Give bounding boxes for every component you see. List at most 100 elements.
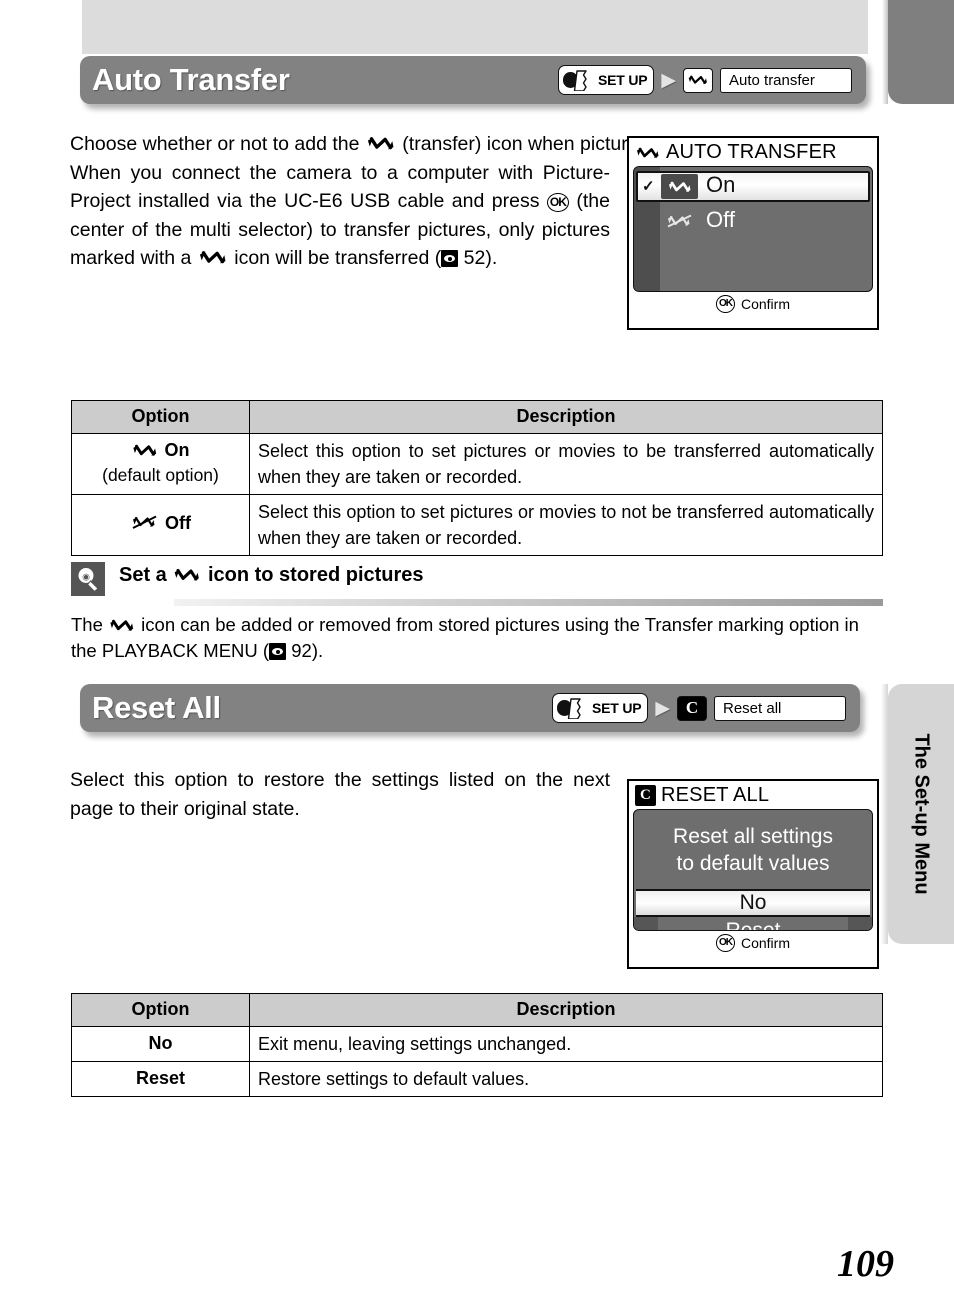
- section-title: Reset All: [92, 690, 221, 725]
- reset-c-glyph: C: [685, 698, 699, 717]
- section-title: Auto Transfer: [92, 62, 290, 97]
- top-right-tab: [882, 0, 954, 104]
- checkmark-icon: ✓: [642, 178, 655, 195]
- setup-mode-badge: SET UP: [552, 693, 649, 723]
- table-row: Off Select this option to set pictures o…: [71, 494, 883, 556]
- lcd-menu-item-label: Off: [706, 207, 735, 232]
- options-table-reset-all: Option Description No Exit menu, leaving…: [71, 993, 883, 1097]
- paragraph-2-d: ).: [485, 247, 498, 269]
- lcd-button-label: No: [739, 891, 767, 914]
- auto-transfer-body-text: Choose whether or not to add the (transf…: [70, 130, 740, 273]
- breadcrumb-field: Auto transfer: [720, 67, 852, 93]
- lcd-title-text: RESET ALL: [661, 784, 770, 806]
- breadcrumb-field-text: Auto transfer: [729, 71, 815, 89]
- paragraph-2: When you connect the camera to a compute…: [70, 159, 610, 273]
- side-tab-set-up-menu: The Set-up Menu: [881, 684, 954, 944]
- transfer-icon: [199, 251, 226, 264]
- lcd-menu-item-off[interactable]: Off: [634, 207, 872, 235]
- option-label: Off: [165, 513, 191, 533]
- lcd-title-bar: C RESET ALL: [629, 781, 877, 809]
- transfer-icon: [367, 137, 394, 150]
- top-gray-band: [82, 0, 868, 54]
- tip-text-a: The: [71, 614, 103, 635]
- message-line-1: Reset all settings: [673, 825, 833, 848]
- lcd-footer: OK Confirm: [629, 292, 877, 315]
- lcd-footer-label: Confirm: [740, 934, 790, 951]
- table-header-description: Description: [249, 400, 883, 434]
- lcd-dialog: Reset all settings to default values No …: [633, 809, 873, 931]
- option-label: On: [164, 440, 190, 460]
- transfer-icon: [637, 147, 659, 158]
- tip-text-c: ).: [311, 640, 324, 661]
- lcd-dialog-message: Reset all settings to default values: [634, 810, 872, 889]
- table-header-option: Option: [71, 993, 250, 1027]
- lcd-button-label: Reset: [725, 919, 781, 931]
- tip-text-b: icon can be added or removed from stored…: [71, 614, 859, 661]
- table-header-option: Option: [71, 400, 250, 434]
- paragraph-1: Select this option to restore the settin…: [70, 769, 610, 820]
- light-bulb-icon: ◉: [71, 562, 105, 596]
- table-row: On (default option) Select this option t…: [71, 433, 883, 495]
- paragraph-2-a: When you connect the camera to a compute…: [70, 161, 610, 213]
- breadcrumb: SET UP ▶ Auto transfer: [558, 65, 852, 95]
- lcd-title-bar: AUTO TRANSFER: [629, 138, 877, 166]
- lcd-reset-all: C RESET ALL Reset all settings to defaul…: [627, 779, 879, 969]
- transfer-icon: [110, 619, 134, 631]
- setup-mode-badge: SET UP: [558, 65, 655, 95]
- message-line-2: to default values: [676, 852, 830, 875]
- reset-all-body-text: Select this option to restore the settin…: [70, 766, 610, 823]
- table-cell-description: Select this option to set pictures or mo…: [249, 494, 883, 556]
- table-row: Reset Restore settings to default values…: [71, 1061, 883, 1097]
- lcd-menu-item-on[interactable]: ✓ On: [636, 171, 870, 202]
- tip-title-a: Set a: [119, 564, 167, 586]
- transfer-off-icon: [661, 209, 698, 234]
- lcd-auto-transfer: AUTO TRANSFER ✓ On Off OK Confirm: [627, 136, 879, 330]
- ok-button-icon: OK: [715, 934, 735, 952]
- tip-block: ◉ Set a icon to stored pictures The icon…: [71, 560, 883, 670]
- breadcrumb-field: Reset all: [714, 695, 846, 721]
- mode-dial-icon: [563, 70, 587, 91]
- page-number: 109: [837, 1243, 894, 1285]
- option-default-note: (default option): [102, 465, 219, 485]
- breadcrumb-arrow-icon: ▶: [655, 697, 670, 719]
- svg-text:◉: ◉: [82, 572, 90, 582]
- breadcrumb-arrow-icon: ▶: [661, 69, 676, 91]
- table-header-description: Description: [249, 993, 883, 1027]
- tip-divider: [174, 599, 883, 606]
- transfer-glyph-icon: [688, 75, 707, 85]
- table-cell-option: Off: [71, 494, 250, 556]
- tip-title-b: icon to stored pictures: [207, 564, 424, 586]
- ok-button-icon: OK: [546, 193, 569, 212]
- page-reference-icon: [269, 643, 287, 660]
- table-row: No Exit menu, leaving settings unchanged…: [71, 1026, 883, 1062]
- transfer-icon: [661, 174, 698, 199]
- breadcrumb-field-text: Reset all: [723, 699, 782, 717]
- options-table-auto-transfer: Option Description On (default option) S…: [71, 400, 883, 556]
- table-cell-description: Exit menu, leaving settings unchanged.: [249, 1026, 883, 1062]
- reset-c-icon: C: [635, 785, 656, 806]
- lcd-title-text: AUTO TRANSFER: [666, 141, 837, 163]
- lcd-footer-label: Confirm: [740, 295, 790, 312]
- ok-button-icon: OK: [715, 295, 735, 313]
- tip-text: The icon can be added or removed from st…: [71, 612, 883, 664]
- tip-title: Set a icon to stored pictures: [119, 564, 424, 587]
- section-header-auto-transfer: Auto Transfer SET UP ▶ Auto transfer: [80, 56, 866, 104]
- paragraph-1: Choose whether or not to add the (transf…: [70, 130, 740, 159]
- side-tab-label: The Set-up Menu: [910, 733, 933, 895]
- setup-label: SET UP: [598, 72, 648, 88]
- breadcrumb: SET UP ▶ C Reset all: [552, 693, 846, 723]
- setup-label: SET UP: [592, 700, 642, 716]
- transfer-icon: [175, 568, 200, 581]
- lcd-button-no[interactable]: No: [636, 889, 870, 917]
- table-cell-option: No: [71, 1026, 250, 1062]
- section-header-reset-all: Reset All SET UP ▶ C Reset all: [80, 684, 860, 732]
- table-header-row: Option Description: [71, 993, 883, 1027]
- lcd-footer: OK Confirm: [629, 931, 877, 954]
- table-cell-option: Reset: [71, 1061, 250, 1097]
- page-reference-number: 92: [291, 640, 312, 661]
- table-cell-description: Select this option to set pictures or mo…: [249, 433, 883, 495]
- lcd-menu-item-label: On: [706, 172, 736, 197]
- table-cell-description: Restore settings to default values.: [249, 1061, 883, 1097]
- table-header-row: Option Description: [71, 400, 883, 434]
- lcd-button-reset[interactable]: Reset: [634, 917, 872, 931]
